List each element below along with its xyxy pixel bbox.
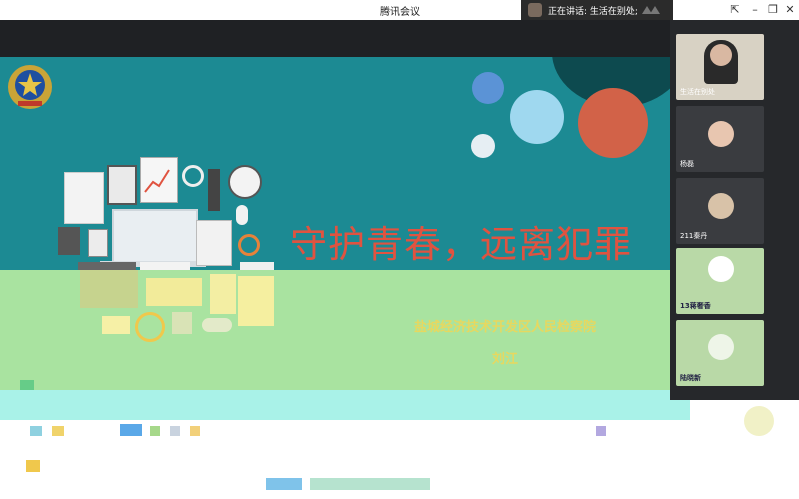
slide-title: 守护青春，远离犯罪 [290, 223, 632, 266]
participant-panel: 生活在别处 杨磊 211秦丹 13蒋奢香 陆晓新 [670, 20, 799, 400]
participant-tile[interactable]: 211秦丹 [676, 178, 764, 244]
participant-tile[interactable]: 杨磊 [676, 106, 764, 172]
chat-icon[interactable] [170, 426, 180, 436]
speaker-avatar [528, 3, 542, 17]
wave-decoration [266, 478, 302, 490]
chart-document-icon [140, 157, 178, 203]
participant-avatar-extra [744, 406, 774, 436]
binoculars-icon [202, 318, 232, 332]
minimize-icon[interactable]: – [746, 2, 764, 18]
calculator-icon [88, 229, 108, 257]
flowchart-document-icon [196, 220, 232, 266]
cup-icon [172, 312, 192, 334]
participant-name: 13蒋奢香 [680, 302, 711, 310]
glasses-icon [240, 262, 274, 270]
participant-name: 陆晓新 [680, 374, 701, 382]
mic-icon[interactable] [30, 426, 42, 436]
speaking-label: 正在讲话: 生活在别处; [548, 7, 638, 17]
report-icon [64, 172, 104, 224]
signal-icon [642, 6, 660, 14]
clock-icon [228, 165, 262, 199]
mouse-icon [236, 205, 248, 225]
magnifier-icon [182, 165, 204, 187]
phone-icon [210, 274, 236, 314]
participant-name: 生活在别处 [680, 88, 715, 96]
meeting-toolbar [0, 380, 690, 420]
note-icon [102, 316, 130, 334]
participant-avatar [708, 193, 734, 219]
briefcase-icon [78, 262, 136, 270]
book-icon [58, 227, 80, 255]
participant-tile[interactable]: 陆晓新 [676, 320, 764, 386]
envelope-icon [146, 278, 202, 306]
speaking-indicator: 正在讲话: 生活在别处; [521, 0, 673, 20]
target-icon [135, 312, 165, 342]
bottom-decoration [310, 478, 430, 490]
organization-name: 盐城经济技术开发区人民检察院 [413, 320, 596, 335]
pin-icon[interactable]: ⇱ [726, 2, 744, 18]
briefcase-body-icon [80, 270, 138, 308]
participant-tile[interactable]: 生活在别处 [676, 34, 764, 100]
participant-avatar [708, 256, 734, 282]
members-icon[interactable] [150, 426, 160, 436]
pen-holder-icon [208, 169, 220, 211]
participant-tile[interactable]: 13蒋奢香 [676, 248, 764, 314]
list-icon[interactable] [20, 380, 34, 390]
shared-slide: 守护青春，远离犯罪 [0, 57, 670, 270]
notepad-icon [238, 276, 274, 326]
clipboard-icon [107, 165, 137, 205]
settings-icon[interactable] [596, 426, 606, 436]
app-title: 腾讯会议 [380, 7, 420, 18]
slide-lower-section: 盐城经济技术开发区人民检察院 刘江 [0, 270, 680, 390]
maximize-icon[interactable]: ❐ [764, 2, 782, 18]
close-icon[interactable]: ✕ [781, 2, 799, 18]
taskbar-area [0, 406, 799, 499]
participant-avatar [708, 334, 734, 360]
participant-name: 211秦丹 [680, 232, 708, 240]
share-screen-button[interactable] [120, 424, 142, 436]
record-icon[interactable] [190, 426, 200, 436]
participant-avatar [708, 121, 734, 147]
procuratorate-emblem-icon [8, 65, 52, 109]
participant-name: 杨磊 [680, 160, 694, 168]
search-icon [238, 234, 260, 256]
laptop-icon [112, 209, 198, 265]
image-icon [26, 460, 40, 472]
camera-icon[interactable] [52, 426, 64, 436]
speaker-name: 刘江 [491, 352, 518, 367]
